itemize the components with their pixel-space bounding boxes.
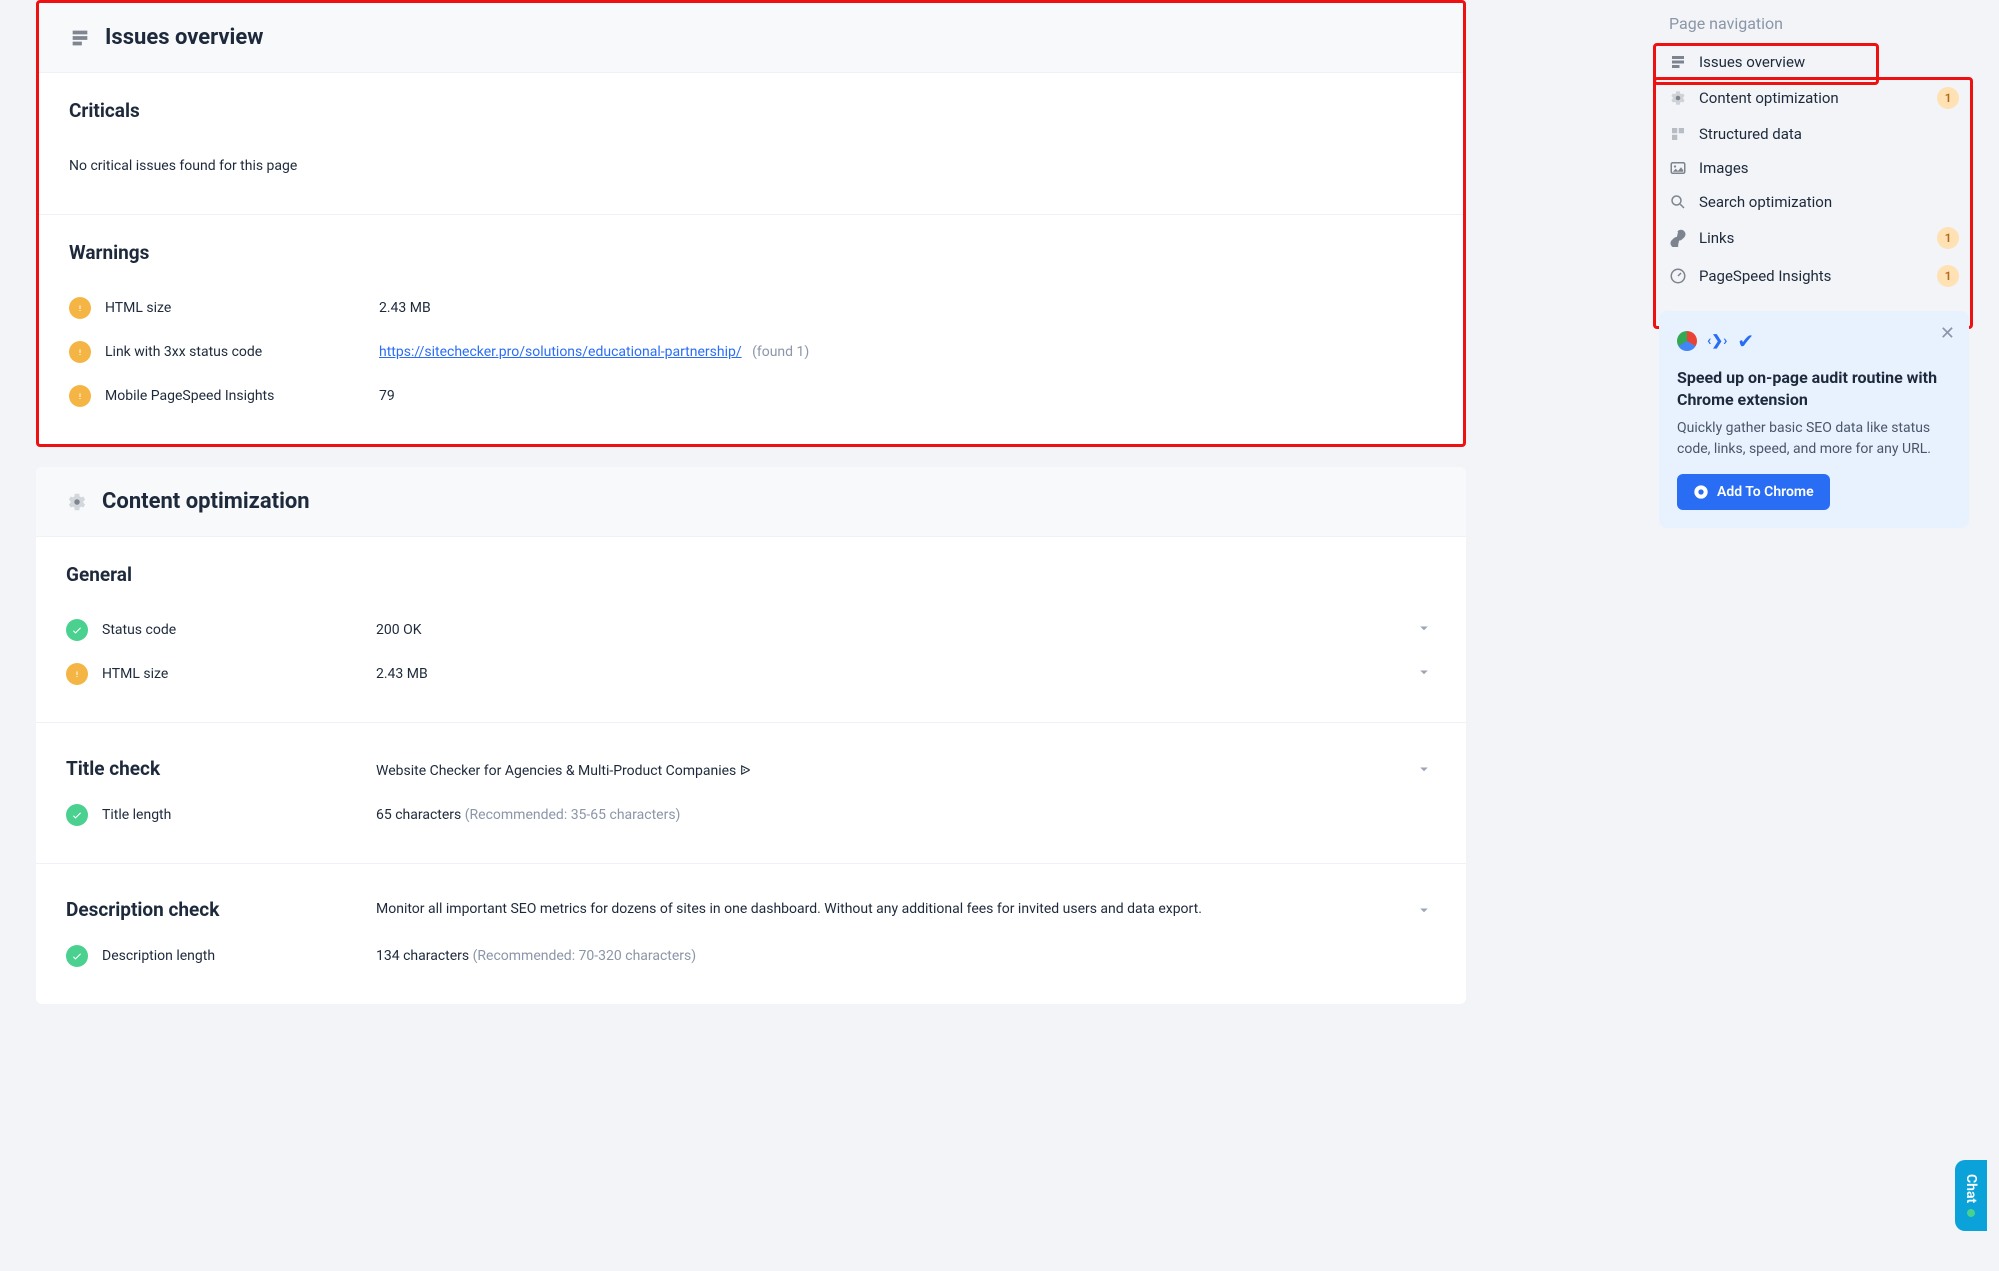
structured-icon [1669,125,1687,143]
nav-count-badge: 1 [1937,87,1959,109]
content-optimization-header: Content optimization [36,467,1466,536]
issues-overview-header: Issues overview [39,3,1463,72]
warning-value: 2.43 MB [379,300,1433,316]
nav-images[interactable]: Images [1659,151,1969,185]
ok-icon [66,945,88,967]
nav-label: Content optimization [1699,89,1839,107]
title-check-row[interactable]: Title check Website Checker for Agencies… [66,749,1436,793]
nav-label: PageSpeed Insights [1699,267,1831,285]
chevron-down-icon[interactable] [1412,619,1436,641]
nav-search-optimization[interactable]: Search optimization [1659,185,1969,219]
description-check-section: Description check Monitor all important … [36,863,1466,1004]
warning-icon [69,297,91,319]
general-label: General [66,563,1436,586]
gear-icon [1669,89,1687,107]
nav-issues-overview[interactable]: Issues overview [1659,45,1969,79]
chevron-down-icon[interactable] [1412,663,1436,685]
image-icon [1669,159,1687,177]
promo-cta: Add To Chrome [1717,484,1814,500]
warning-row: Mobile PageSpeed Insights 79 [69,374,1433,418]
link-icon [1669,229,1687,247]
ok-icon [66,619,88,641]
warning-label: Link with 3xx status code [105,344,262,360]
chat-label: Chat [1963,1174,1979,1203]
criticals-label: Criticals [69,99,1433,122]
title-check-section: Title check Website Checker for Agencies… [36,722,1466,863]
check-icon: ✔ [1737,329,1754,353]
description-check-label: Description check [66,898,219,921]
gear-icon [66,491,88,513]
nav-structured-data[interactable]: Structured data [1659,117,1969,151]
status-code-row[interactable]: Status code 200 OK [66,608,1436,652]
warning-row: Link with 3xx status code https://sitech… [69,330,1433,374]
description-length-label: Description length [102,948,215,964]
nav-label: Issues overview [1699,53,1805,71]
title-length-hint: (Recommended: 35-65 characters) [465,807,681,823]
nav-links[interactable]: Links 1 [1659,219,1969,257]
description-length-hint: (Recommended: 70-320 characters) [473,948,697,964]
close-icon[interactable]: ✕ [1940,323,1955,344]
chevron-down-icon[interactable] [1412,901,1436,923]
warning-icon [66,663,88,685]
chrome-extension-promo: ✕ ‹❯› ✔ Speed up on-page audit routine w… [1659,311,1969,528]
title-length-row: Title length 65 characters (Recommended:… [66,793,1436,837]
add-to-chrome-button[interactable]: Add To Chrome [1677,474,1830,510]
page-navigation-sidebar: Page navigation Issues overview Content … [1659,8,1969,528]
arrow-icon: ‹❯› [1707,333,1727,349]
nav-content-optimization[interactable]: Content optimization 1 [1659,79,1969,117]
promo-heading: Speed up on-page audit routine with Chro… [1677,367,1951,410]
description-check-row[interactable]: Description check Monitor all important … [66,890,1436,934]
nav-label: Images [1699,159,1749,177]
nav-label: Links [1699,229,1734,247]
issues-title: Issues overview [105,25,263,50]
nav-pagespeed-insights[interactable]: PageSpeed Insights 1 [1659,257,1969,295]
chrome-icon [1693,484,1709,500]
html-size-label: HTML size [102,666,168,682]
html-size-row[interactable]: HTML size 2.43 MB [66,652,1436,696]
html-size-value: 2.43 MB [376,666,1412,682]
warning-found: (found 1) [752,344,809,360]
criticals-section: Criticals No critical issues found for t… [39,72,1463,214]
chat-button[interactable]: Chat [1955,1160,1987,1231]
title-check-label: Title check [66,757,160,780]
warning-label: Mobile PageSpeed Insights [105,388,274,404]
general-section: General Status code 200 OK HTML size 2.4… [36,536,1466,722]
search-icon [1669,193,1687,211]
warning-icon [69,341,91,363]
title-length-value: 65 characters [376,807,461,823]
title-check-value: Website Checker for Agencies & Multi-Pro… [376,763,1412,779]
online-dot-icon [1967,1209,1975,1217]
criticals-value: No critical issues found for this page [69,158,1433,174]
nav-count-badge: 1 [1937,227,1959,249]
chevron-down-icon[interactable] [1412,760,1436,782]
status-code-value: 200 OK [376,622,1412,638]
warning-row: HTML size 2.43 MB [69,286,1433,330]
description-length-row: Description length 134 characters (Recom… [66,934,1436,978]
warning-label: HTML size [105,300,171,316]
nav-label: Search optimization [1699,193,1832,211]
promo-body: Quickly gather basic SEO data like statu… [1677,418,1951,460]
title-length-label: Title length [102,807,171,823]
warning-value: 79 [379,388,1433,404]
content-title: Content optimization [102,489,310,514]
nav-label: Structured data [1699,125,1802,143]
issues-overview-card: Issues overview Criticals No critical is… [36,0,1466,447]
description-length-value: 134 characters [376,948,469,964]
overview-icon [1669,53,1687,71]
speed-icon [1669,267,1687,285]
warning-link[interactable]: https://sitechecker.pro/solutions/educat… [379,344,742,360]
chrome-logo-icon [1677,331,1697,351]
warnings-section: Warnings HTML size 2.43 MB Link with 3xx… [39,214,1463,444]
promo-icons: ‹❯› ✔ [1677,329,1951,353]
content-optimization-card: Content optimization General Status code… [36,467,1466,1004]
warnings-label: Warnings [69,241,1433,264]
status-code-label: Status code [102,622,176,638]
page-nav-title: Page navigation [1659,8,1969,45]
description-check-value: Monitor all important SEO metrics for do… [376,898,1412,920]
ok-icon [66,804,88,826]
nav-count-badge: 1 [1937,265,1959,287]
warning-icon [69,385,91,407]
overview-icon [69,27,91,49]
